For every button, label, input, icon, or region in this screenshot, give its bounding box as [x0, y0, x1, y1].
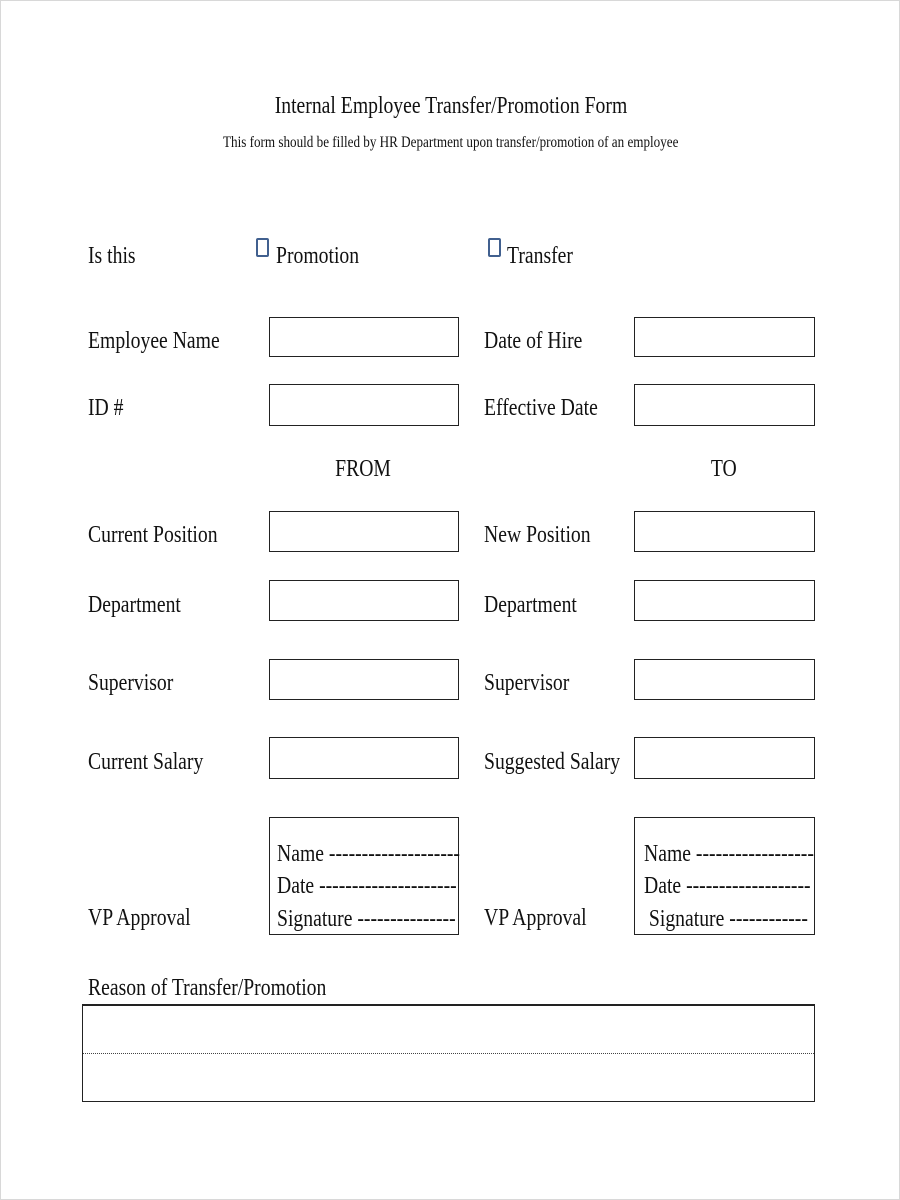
- from-vp-approval-date-line[interactable]: Date ---------------------: [277, 872, 496, 900]
- to-vp-approval-date-line[interactable]: Date -------------------: [644, 872, 847, 900]
- effective-date-field[interactable]: [634, 384, 815, 426]
- to-department-label: Department: [484, 592, 577, 618]
- from-vp-approval-name-line[interactable]: Name --------------------: [277, 840, 500, 868]
- from-supervisor-label: Supervisor: [88, 670, 174, 696]
- new-position-field[interactable]: [634, 511, 815, 552]
- current-salary-label: Current Salary: [88, 749, 204, 775]
- reason-field[interactable]: [82, 1004, 815, 1102]
- transfer-checkbox[interactable]: [488, 238, 501, 257]
- form-title: Internal Employee Transfer/Promotion For…: [274, 93, 628, 119]
- date-of-hire-field[interactable]: [634, 317, 815, 357]
- to-vp-approval-signature-line[interactable]: Signature ------------: [644, 905, 844, 933]
- new-position-label: New Position: [484, 522, 591, 548]
- current-position-field[interactable]: [269, 511, 459, 552]
- id-field[interactable]: [269, 384, 459, 426]
- date-of-hire-label: Date of Hire: [484, 328, 583, 354]
- from-department-field[interactable]: [269, 580, 459, 621]
- to-heading: TO: [711, 456, 737, 482]
- form-subtitle: This form should be filled by HR Departm…: [223, 134, 679, 151]
- form-page: Internal Employee Transfer/Promotion For…: [0, 0, 900, 1200]
- suggested-salary-field[interactable]: [634, 737, 815, 779]
- transfer-label[interactable]: Transfer: [507, 242, 587, 270]
- to-vp-approval-box[interactable]: Name ------------------ Date -----------…: [634, 817, 815, 935]
- effective-date-label: Effective Date: [484, 395, 598, 421]
- employee-name-field[interactable]: [269, 317, 459, 357]
- to-department-field[interactable]: [634, 580, 815, 621]
- from-supervisor-field[interactable]: [269, 659, 459, 700]
- to-vp-approval-name-line[interactable]: Name ------------------: [644, 840, 851, 868]
- to-supervisor-label: Supervisor: [484, 670, 570, 696]
- reason-label: Reason of Transfer/Promotion: [88, 975, 327, 1001]
- from-vp-approval-signature-line[interactable]: Signature ---------------: [277, 905, 495, 933]
- from-heading: FROM: [335, 456, 391, 482]
- current-salary-field[interactable]: [269, 737, 459, 779]
- from-vp-approval-box[interactable]: Name -------------------- Date ---------…: [269, 817, 460, 935]
- employee-name-label: Employee Name: [88, 328, 220, 354]
- from-vp-approval-label: VP Approval: [88, 905, 191, 931]
- promotion-checkbox[interactable]: [256, 238, 269, 257]
- current-position-label: Current Position: [88, 522, 218, 548]
- reason-divider-line: [83, 1053, 814, 1054]
- from-department-label: Department: [88, 592, 181, 618]
- id-label: ID #: [88, 395, 124, 421]
- is-this-label: Is this: [88, 243, 136, 269]
- suggested-salary-label: Suggested Salary: [484, 749, 621, 775]
- to-vp-approval-label: VP Approval: [484, 905, 587, 931]
- to-supervisor-field[interactable]: [634, 659, 815, 700]
- promotion-label[interactable]: Promotion: [276, 242, 377, 270]
